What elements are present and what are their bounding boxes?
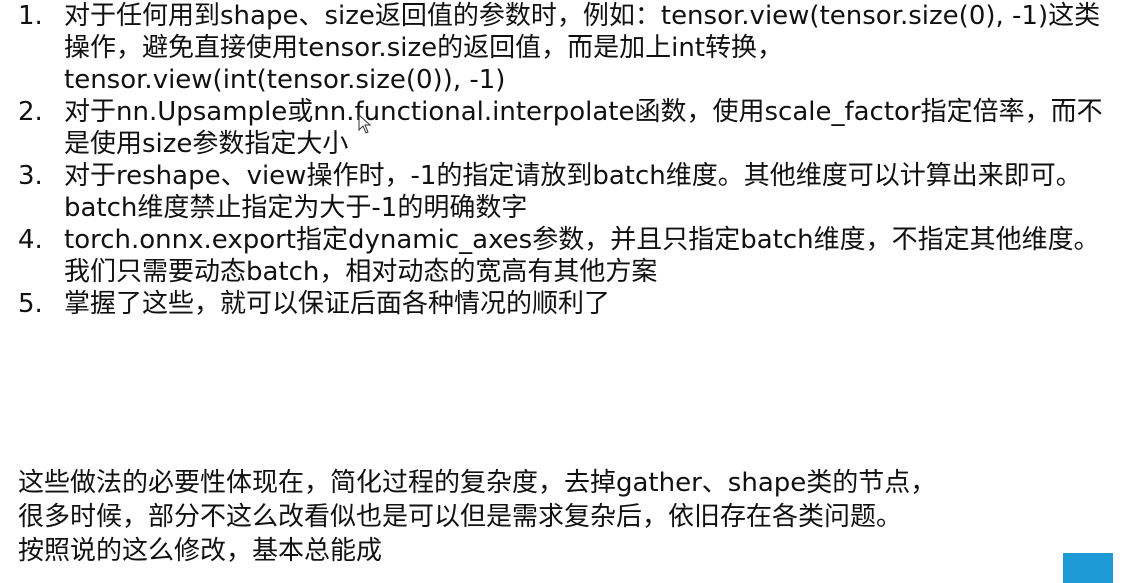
list-number: 4. bbox=[18, 225, 43, 255]
mouse-cursor-icon bbox=[358, 114, 372, 134]
list-item: 4. torch.onnx.export指定dynamic_axes参数，并且只… bbox=[18, 224, 1113, 288]
list-number: 5. bbox=[18, 289, 43, 319]
list-item: 2. 对于nn.Upsample或nn.functional.interpola… bbox=[18, 96, 1113, 160]
summary-line: 很多时候，部分不这么改看似也是可以但是需求复杂后，依旧存在各类问题。 bbox=[18, 502, 903, 532]
list-number: 2. bbox=[18, 97, 43, 127]
numbered-list: 1. 对于任何用到shape、size返回值的参数时，例如：tensor.vie… bbox=[18, 0, 1113, 320]
summary-line: 按照说的这么修改，基本总能成 bbox=[18, 536, 383, 566]
list-number: 3. bbox=[18, 161, 43, 191]
list-item-text: 对于nn.Upsample或nn.functional.interpolate函… bbox=[64, 97, 1103, 159]
corner-accent-block bbox=[1063, 553, 1113, 583]
summary-line: 这些做法的必要性体现在，简化过程的复杂度，去掉gather、shape类的节点， bbox=[18, 468, 937, 498]
list-item: 3. 对于reshape、view操作时，-1的指定请放到batch维度。其他维… bbox=[18, 160, 1113, 224]
list-item: 1. 对于任何用到shape、size返回值的参数时，例如：tensor.vie… bbox=[18, 0, 1113, 96]
list-item: 5. 掌握了这些，就可以保证后面各种情况的顺利了 bbox=[18, 288, 1113, 320]
list-number: 1. bbox=[18, 1, 43, 31]
list-item-text: torch.onnx.export指定dynamic_axes参数，并且只指定b… bbox=[64, 225, 1100, 287]
summary-paragraph: 这些做法的必要性体现在，简化过程的复杂度，去掉gather、shape类的节点，… bbox=[18, 466, 1113, 568]
list-item-text: 掌握了这些，就可以保证后面各种情况的顺利了 bbox=[64, 289, 611, 319]
list-item-text: 对于reshape、view操作时，-1的指定请放到batch维度。其他维度可以… bbox=[64, 161, 1082, 223]
list-item-text: 对于任何用到shape、size返回值的参数时，例如：tensor.view(t… bbox=[64, 1, 1101, 95]
